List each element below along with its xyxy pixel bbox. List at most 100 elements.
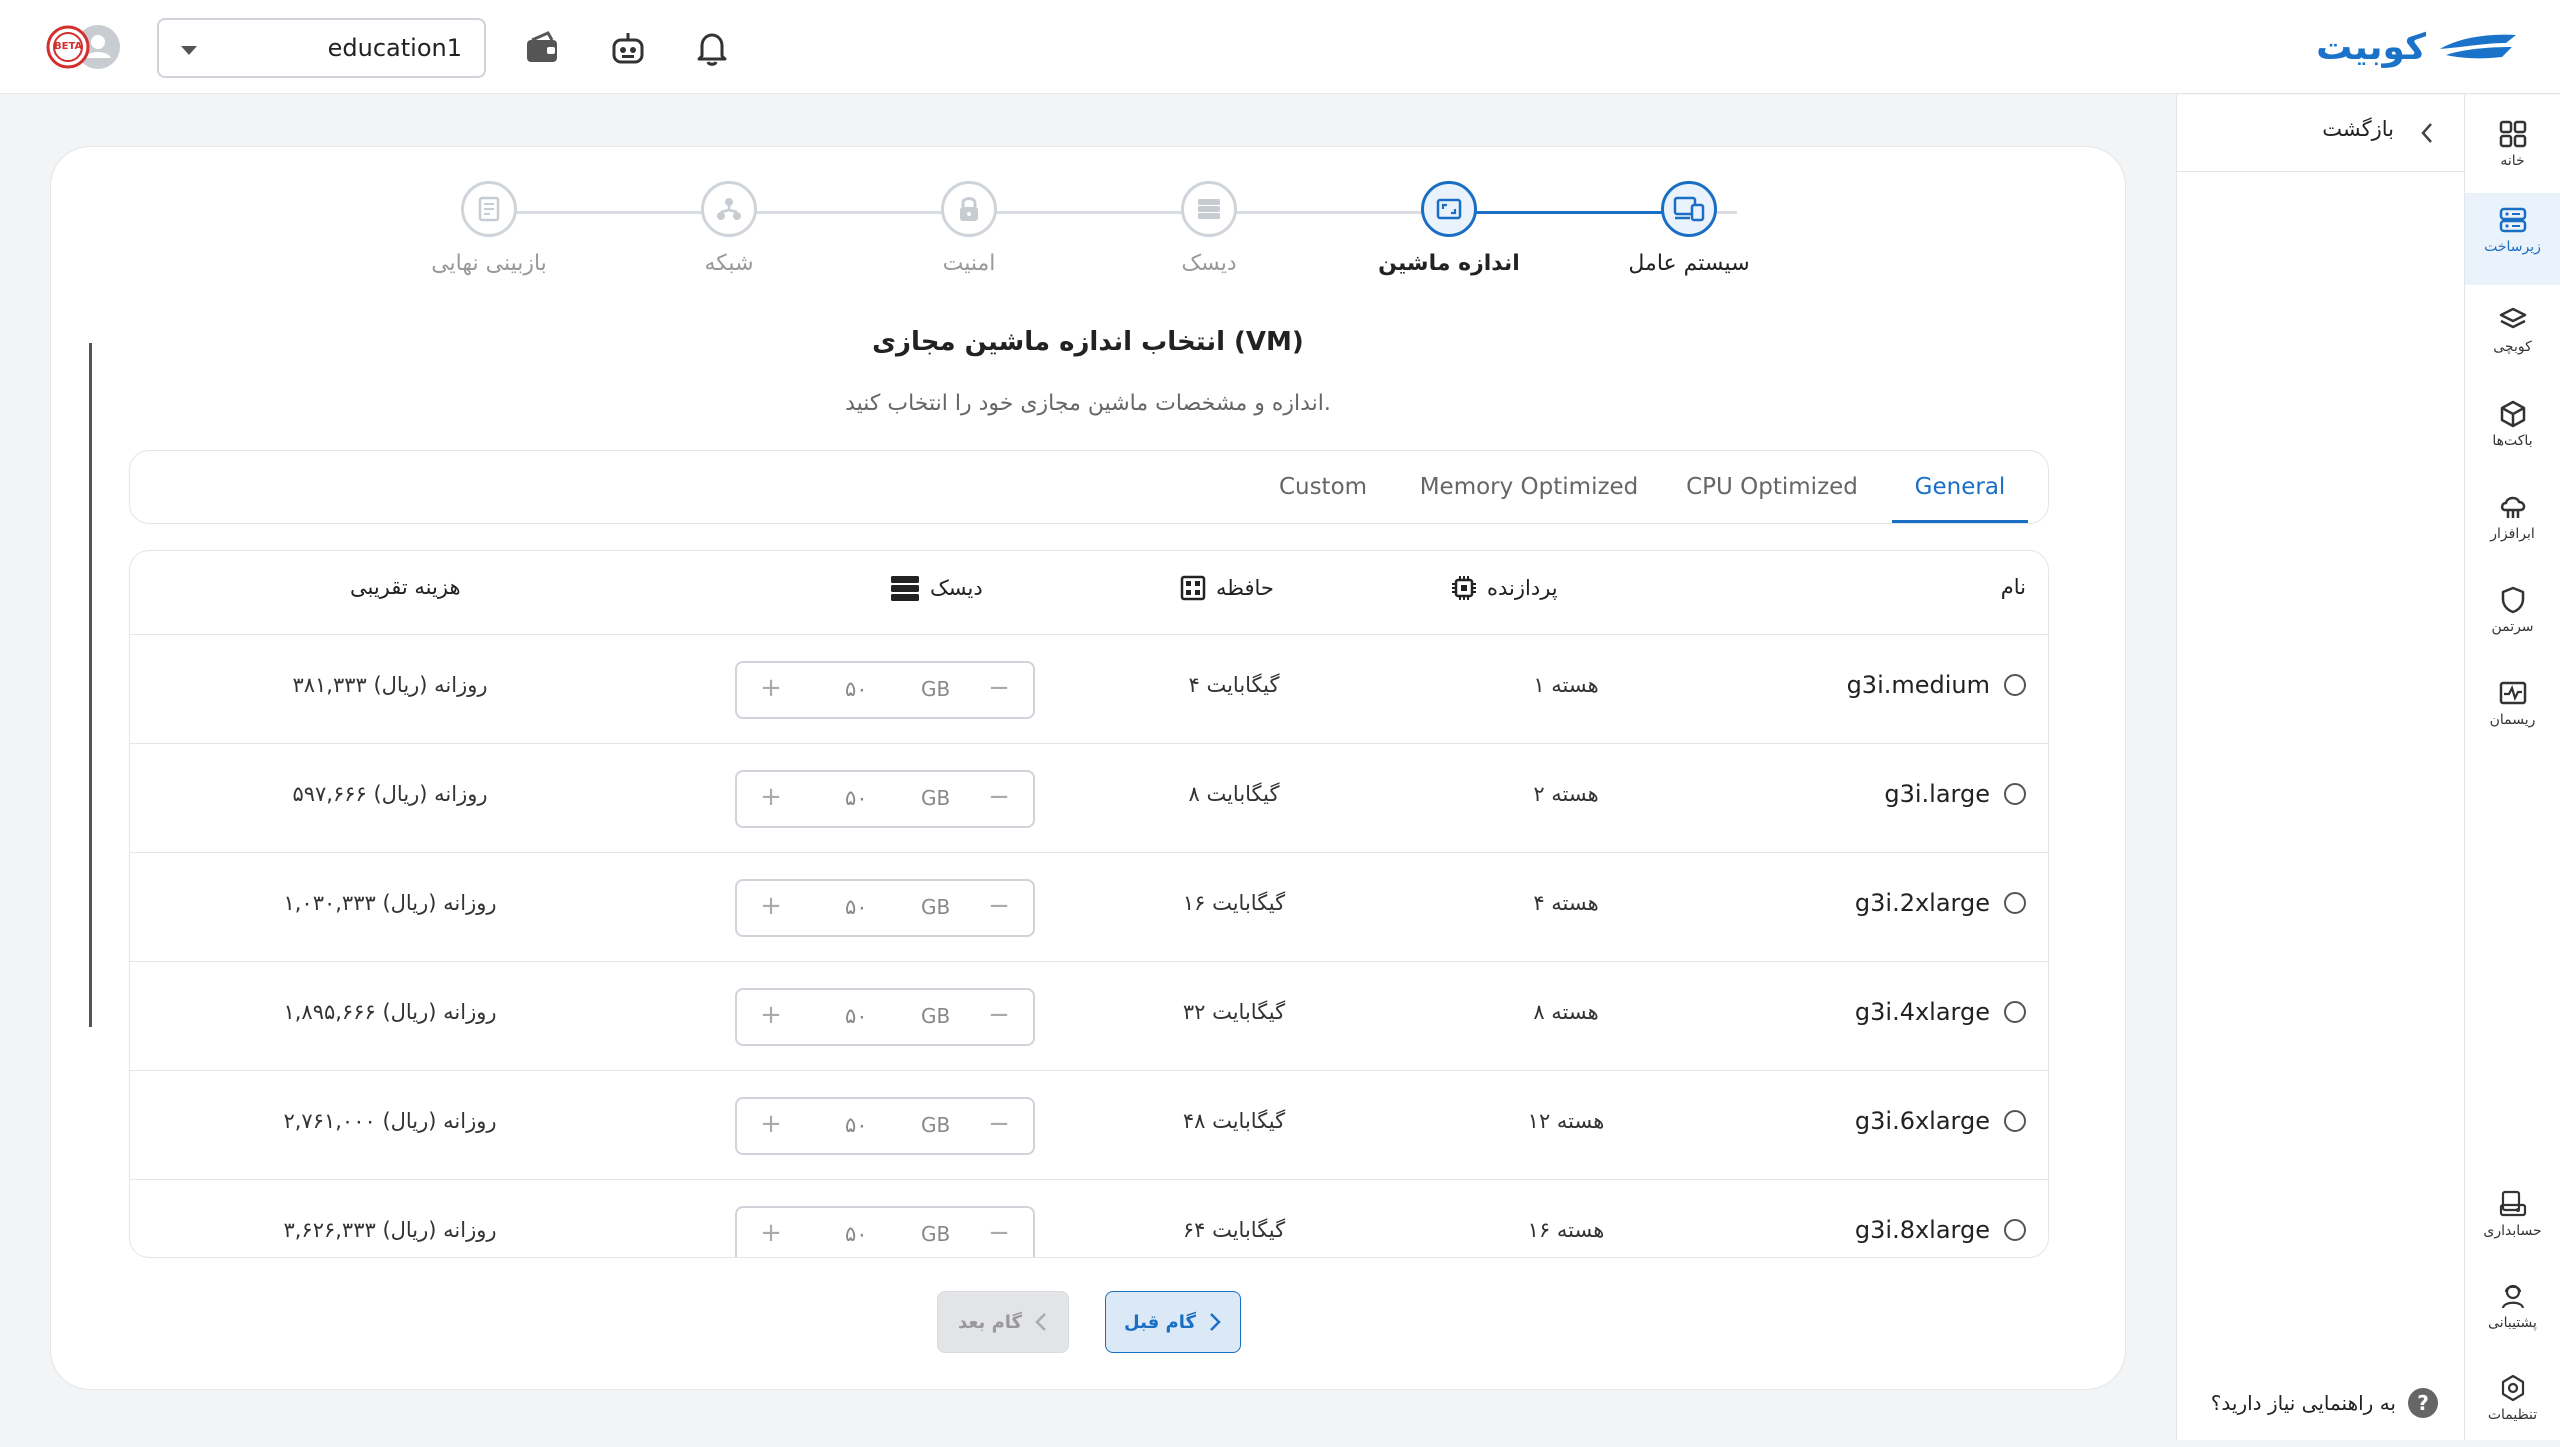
increment-button[interactable]: +	[751, 673, 791, 703]
vm-name-cell[interactable]: g3i.medium	[1847, 671, 2026, 699]
nav-item-label: ریسمان	[2489, 712, 2536, 728]
increment-button[interactable]: +	[751, 1000, 791, 1030]
increment-button[interactable]: +	[751, 891, 791, 921]
table-row[interactable]: g3i.large ۲ هسته ۸ گیگابایت + ۵۰ GB − ۵۹…	[130, 744, 2048, 853]
nav-item-settings[interactable]: تنظیمات	[2465, 1361, 2560, 1447]
step-os[interactable]: سیستم عامل	[1589, 181, 1789, 276]
col-name: نام	[2001, 575, 2026, 599]
nav-item-cloud-app[interactable]: ابرافزار	[2465, 480, 2560, 566]
disk-value[interactable]: ۵۰	[845, 1222, 868, 1246]
tab-cpu-optimized[interactable]: CPU Optimized	[1668, 451, 1876, 523]
help-link[interactable]: ? به راهنمایی نیاز دارید؟	[2211, 1385, 2438, 1421]
step-label: بازبینی نهایی	[431, 251, 547, 276]
disk-value[interactable]: ۵۰	[845, 1113, 868, 1137]
radio-button[interactable]	[2004, 892, 2026, 914]
table-row[interactable]: g3i.6xlarge ۱۲ هسته ۴۸ گیگابایت + ۵۰ GB …	[130, 1071, 2048, 1180]
disk-unit: GB	[921, 1113, 951, 1137]
memory-cell: ۳۲ گیگابایت	[1182, 1000, 1286, 1024]
disk-value[interactable]: ۵۰	[845, 677, 868, 701]
nav-item-risman[interactable]: ریسمان	[2465, 666, 2560, 752]
secondary-panel: بازگشت ? به راهنمایی نیاز دارید؟	[2176, 95, 2464, 1440]
decrement-button[interactable]: −	[979, 782, 1019, 812]
nav-item-label: کوبچی	[2493, 339, 2532, 355]
vm-name-cell[interactable]: g3i.2xlarge	[1855, 889, 2026, 917]
nav-item-support[interactable]: پشتیبانی	[2465, 1269, 2560, 1355]
logo[interactable]: کوبیت	[2316, 22, 2520, 72]
back-link[interactable]: بازگشت	[2177, 95, 2464, 172]
memory-cell: ۴ گیگابایت	[1188, 673, 1280, 697]
radio-button[interactable]	[2004, 1110, 2026, 1132]
radio-button[interactable]	[2004, 1001, 2026, 1023]
nav-item-label: ابرافزار	[2490, 526, 2535, 542]
nav-item-label: خانه	[2500, 153, 2525, 169]
robot-icon[interactable]	[608, 28, 648, 68]
previous-step-button[interactable]: گام قبل	[1105, 1291, 1241, 1353]
col-disk-label: دیسک	[930, 576, 983, 600]
disk-stepper: + ۵۰ GB −	[735, 1206, 1035, 1257]
increment-button[interactable]: +	[751, 1109, 791, 1139]
settings-icon	[2501, 1374, 2524, 1402]
vm-name-cell[interactable]: g3i.8xlarge	[1855, 1216, 2026, 1244]
nav-item-kubchi[interactable]: کوبچی	[2465, 293, 2560, 379]
step-network[interactable]: شبکه	[629, 181, 829, 276]
user-avatar[interactable]: BETA	[46, 24, 122, 70]
workspace-select[interactable]: education1	[157, 18, 486, 78]
bell-icon[interactable]	[692, 28, 732, 68]
disk-stepper: + ۵۰ GB −	[735, 1097, 1035, 1155]
server-icon	[2499, 207, 2526, 233]
nav-item-home[interactable]: خانه	[2465, 107, 2560, 193]
vm-name: g3i.8xlarge	[1854, 1216, 1990, 1244]
step-machine-size[interactable]: اندازه ماشین	[1349, 181, 1549, 276]
nav-item-buckets[interactable]: باکت‌ها	[2465, 387, 2560, 473]
logo-ship-icon	[2440, 34, 2516, 59]
step-disk[interactable]: دیسک	[1109, 181, 1309, 276]
table-header: نام پردازنده حافظه دیسک هزینه تقریبی	[130, 551, 2048, 635]
cost-cell: ۲,۷۶۱,۰۰۰ روزانه (ریال)	[283, 1109, 497, 1133]
page-title: انتخاب اندازه ماشین مجازی (VM)	[872, 327, 1304, 357]
wallet-icon[interactable]	[522, 28, 562, 68]
cost-cell: ۱,۰۳۰,۳۳۳ روزانه (ریال)	[283, 891, 497, 915]
vm-name-cell[interactable]: g3i.6xlarge	[1855, 1107, 2026, 1135]
vm-name-cell[interactable]: g3i.large	[1884, 780, 2026, 808]
nav-item-infrastructure[interactable]: زیرساخت	[2465, 193, 2560, 285]
disk-value[interactable]: ۵۰	[845, 1004, 868, 1028]
memory-cell: ۴۸ گیگابایت	[1182, 1109, 1286, 1133]
nav-item-accounting[interactable]: حسابداری	[2465, 1177, 2560, 1263]
decrement-button[interactable]: −	[979, 673, 1019, 703]
disk-unit: GB	[921, 677, 951, 701]
step-network-circle	[701, 181, 757, 237]
next-step-button[interactable]: گام بعد	[937, 1291, 1069, 1353]
disk-unit: GB	[921, 1222, 951, 1246]
radio-button[interactable]	[2004, 1219, 2026, 1241]
nav-item-sartaman[interactable]: سرتمن	[2465, 573, 2560, 659]
main-nav-rail: خانه زیرساخت کوبچی باکت‌ها اب	[2464, 95, 2560, 1440]
table-row[interactable]: g3i.4xlarge ۸ هسته ۳۲ گیگابایت + ۵۰ GB −…	[130, 962, 2048, 1071]
vm-name-cell[interactable]: g3i.4xlarge	[1855, 998, 2026, 1026]
increment-button[interactable]: +	[751, 1218, 791, 1248]
step-review[interactable]: بازبینی نهایی	[389, 181, 589, 276]
col-memory-label: حافظه	[1216, 576, 1274, 600]
decrement-button[interactable]: −	[979, 891, 1019, 921]
radio-button[interactable]	[2004, 674, 2026, 696]
radio-button[interactable]	[2004, 783, 2026, 805]
scrollbar[interactable]	[89, 343, 92, 1027]
tab-memory-optimized[interactable]: Memory Optimized	[1406, 451, 1652, 523]
table-row[interactable]: g3i.medium ۱ هسته ۴ گیگابایت + ۵۰ GB − ۳…	[130, 635, 2048, 744]
disk-value[interactable]: ۵۰	[845, 895, 868, 919]
table-row[interactable]: g3i.2xlarge ۴ هسته ۱۶ گیگابایت + ۵۰ GB −…	[130, 853, 2048, 962]
step-security[interactable]: امنیت	[869, 181, 1069, 276]
decrement-button[interactable]: −	[979, 1218, 1019, 1248]
increment-button[interactable]: +	[751, 782, 791, 812]
nav-item-label: حسابداری	[2483, 1223, 2542, 1239]
table-row[interactable]: g3i.8xlarge ۱۶ هسته ۶۴ گیگابایت + ۵۰ GB …	[130, 1180, 2048, 1257]
create-vm-card: سیستم عامل اندازه ماشین دیسک امنیت شبکه …	[50, 146, 2126, 1390]
tab-general[interactable]: General	[1892, 451, 2028, 523]
disk-value[interactable]: ۵۰	[845, 786, 868, 810]
decrement-button[interactable]: −	[979, 1109, 1019, 1139]
tab-custom[interactable]: Custom	[1260, 451, 1386, 523]
disk-unit: GB	[921, 786, 951, 810]
nav-item-label: پشتیبانی	[2488, 1315, 2537, 1331]
decrement-button[interactable]: −	[979, 1000, 1019, 1030]
cpu-cell: ۲ هسته	[1533, 782, 1599, 806]
chevron-down-icon	[181, 46, 197, 55]
